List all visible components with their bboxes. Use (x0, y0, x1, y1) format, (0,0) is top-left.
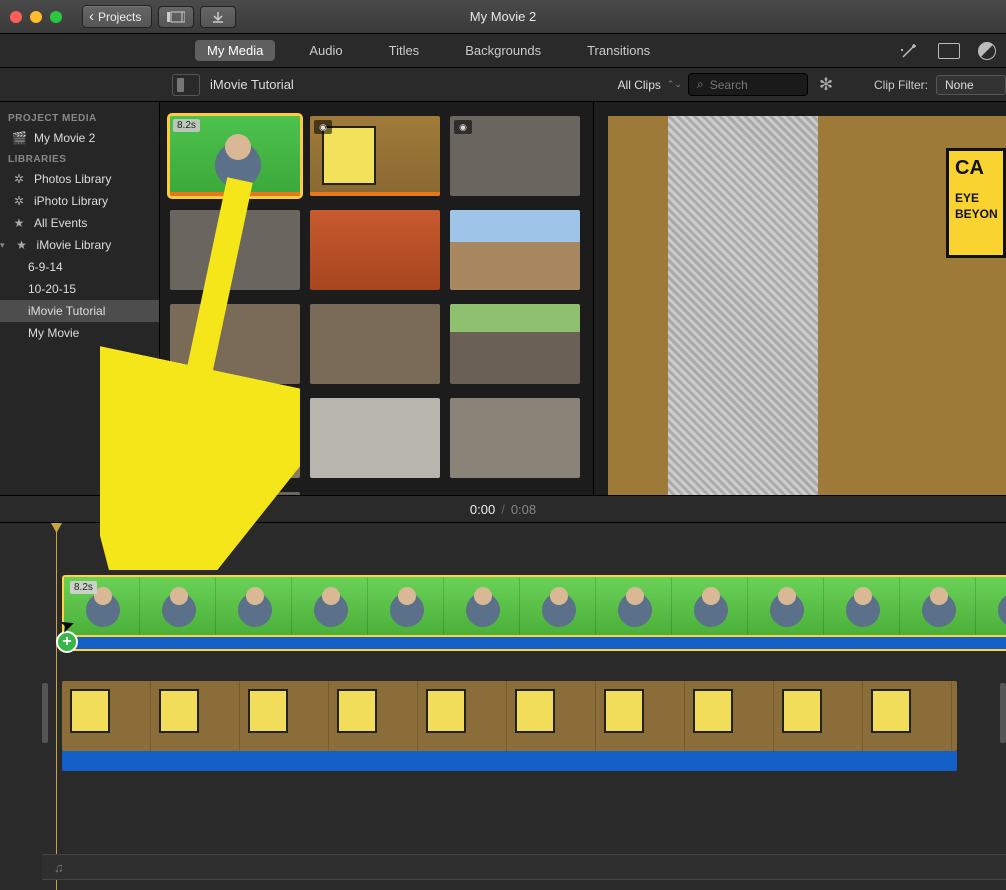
clip-filter-select[interactable]: None (936, 75, 1006, 95)
clip-duration-badge: 8.2s (70, 581, 97, 594)
camera-icon: ✲ (12, 194, 26, 208)
minimize-window-button[interactable] (30, 11, 42, 23)
tab-titles[interactable]: Titles (377, 40, 432, 61)
photos-lib-label: Photos Library (34, 172, 111, 186)
clip-thumbnail[interactable] (170, 210, 300, 290)
camera-badge-icon: ◉ (314, 120, 332, 134)
window-title: My Movie 2 (353, 9, 653, 24)
sidebar-head-project-media: PROJECT MEDIA (0, 108, 159, 127)
sidebar-event-2[interactable]: 10-20-15 (0, 278, 159, 300)
projects-label: Projects (98, 10, 141, 24)
window-titlebar: Projects My Movie 2 (0, 0, 1006, 34)
imovie-lib-label: iMovie Library (37, 238, 112, 252)
clip-thumbnail[interactable] (310, 210, 440, 290)
sidebar-event-1[interactable]: 6-9-14 (0, 256, 159, 278)
sidebar-event-3-selected[interactable]: iMovie Tutorial (0, 300, 159, 322)
tab-backgrounds[interactable]: Backgrounds (453, 40, 553, 61)
playhead[interactable] (56, 523, 57, 890)
view-mode-button[interactable] (158, 6, 194, 28)
projects-back-button[interactable]: Projects (82, 5, 152, 28)
clapperboard-icon: 🎬 (12, 131, 26, 145)
clip-thumbnail[interactable] (450, 398, 580, 478)
toggle-sidebar-button[interactable] (172, 74, 200, 96)
sidebar: PROJECT MEDIA 🎬 My Movie 2 LIBRARIES ✲ P… (0, 102, 160, 495)
timeline-audio-brown-clip[interactable] (62, 751, 957, 771)
clip-thumbnail[interactable] (310, 304, 440, 384)
clip-thumbnail[interactable] (170, 492, 300, 495)
tab-my-media[interactable]: My Media (195, 40, 275, 61)
import-button[interactable] (200, 6, 236, 28)
color-balance-icon[interactable] (978, 42, 996, 60)
settings-gear-icon[interactable]: ✻ (814, 73, 838, 97)
camera-badge-icon: ◉ (454, 120, 472, 134)
music-track[interactable]: ♫ (42, 854, 1006, 880)
clip-duration-badge: 8.2s (173, 119, 200, 132)
timeline-clip-brown[interactable] (62, 681, 957, 751)
breadcrumb: iMovie Tutorial (210, 77, 294, 92)
sidebar-event-4[interactable]: My Movie (0, 322, 159, 344)
timeline-scroll-handle-right[interactable] (1000, 683, 1006, 743)
tab-transitions[interactable]: Transitions (575, 40, 662, 61)
star-icon: ★ (12, 216, 26, 230)
sidebar-head-libraries: LIBRARIES (0, 149, 159, 168)
timecode-separator: / (501, 502, 505, 517)
search-field[interactable]: ⌕ (688, 73, 808, 96)
sidebar-item-project[interactable]: 🎬 My Movie 2 (0, 127, 159, 149)
music-note-icon: ♫ (54, 860, 64, 875)
star-icon: ★ (15, 238, 29, 252)
media-tabs-row: My Media Audio Titles Backgrounds Transi… (0, 34, 1006, 68)
sidebar-project-label: My Movie 2 (34, 131, 95, 145)
search-input[interactable] (710, 78, 790, 92)
preview-viewer: CA EYEBEYON (594, 102, 1006, 495)
clip-thumbnail[interactable] (310, 398, 440, 478)
chevron-updown-icon: ⌃⌄ (667, 79, 682, 90)
timecode-current: 0:00 (470, 502, 495, 517)
timeline-clip-green-dragging[interactable]: 8.2s (62, 575, 1006, 637)
timeline-audio-green-clip[interactable] (62, 637, 1006, 651)
close-window-button[interactable] (10, 11, 22, 23)
timecode-duration: 0:08 (511, 502, 536, 517)
iphoto-lib-label: iPhoto Library (34, 194, 108, 208)
clip-thumbnail[interactable] (450, 210, 580, 290)
clip-filter-label: Clip Filter: (874, 78, 928, 92)
clip-thumbnail[interactable] (450, 304, 580, 384)
clips-filter-dropdown[interactable]: All Clips (618, 78, 661, 92)
crop-tool-icon[interactable] (938, 43, 960, 59)
clip-thumbnail-selected[interactable]: 8.2s (170, 116, 300, 196)
sidebar-item-all-events[interactable]: ★ All Events (0, 212, 159, 234)
used-indicator (310, 192, 440, 196)
search-icon: ⌕ (697, 77, 704, 92)
flower-icon: ✲ (12, 172, 26, 186)
clip-browser[interactable]: 8.2s ◉ ◉ (160, 102, 594, 495)
clip-thumbnail[interactable] (170, 398, 300, 478)
sidebar-item-imovie-library[interactable]: ★ iMovie Library (0, 234, 159, 256)
traffic-lights (10, 11, 62, 23)
clip-thumbnail[interactable]: ◉ (310, 116, 440, 196)
timeline[interactable]: 8.2s + ➤ ♫ (0, 523, 1006, 890)
clip-thumbnail[interactable]: ◉ (450, 116, 580, 196)
clip-thumbnail[interactable] (170, 304, 300, 384)
timeline-scroll-handle-left[interactable] (42, 683, 48, 743)
sidebar-item-photos-library[interactable]: ✲ Photos Library (0, 168, 159, 190)
zoom-window-button[interactable] (50, 11, 62, 23)
browser-header: iMovie Tutorial All Clips ⌃⌄ ⌕ ✻ Clip Fi… (0, 68, 1006, 102)
sidebar-item-iphoto-library[interactable]: ✲ iPhoto Library (0, 190, 159, 212)
tab-audio[interactable]: Audio (297, 40, 354, 61)
used-indicator (170, 192, 300, 196)
timecode-display: 0:00 / 0:08 (0, 495, 1006, 523)
enhance-wand-icon[interactable] (898, 40, 920, 62)
preview-frame[interactable]: CA EYEBEYON (608, 116, 1006, 495)
caution-sign: CA EYEBEYON (946, 148, 1006, 258)
all-events-label: All Events (34, 216, 87, 230)
